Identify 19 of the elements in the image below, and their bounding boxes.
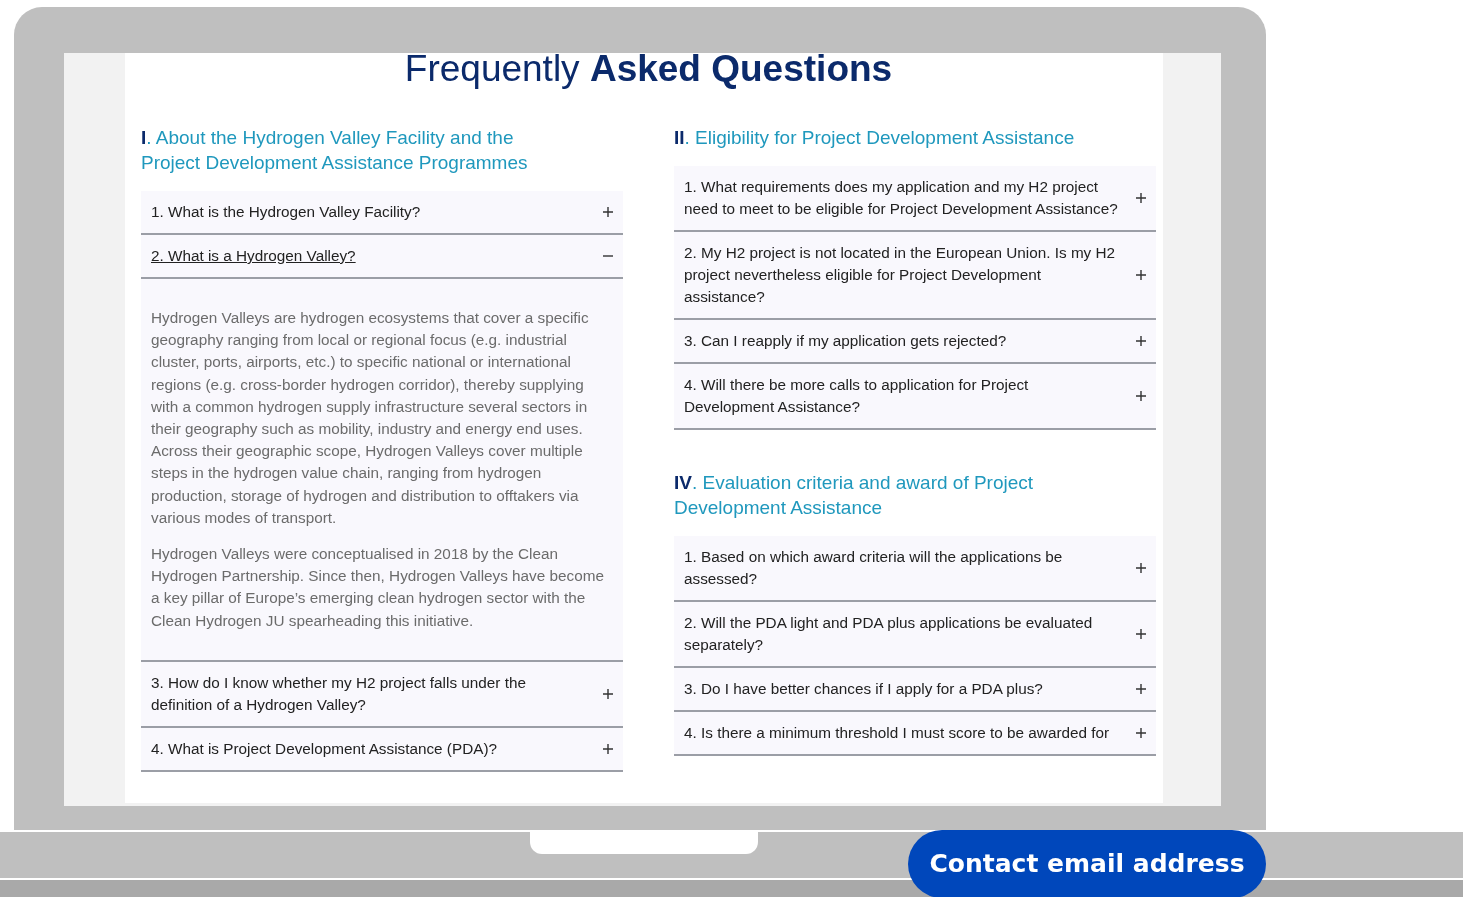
faq-question[interactable]: 4. Is there a minimum threshold I must score to be awarded for: [674, 712, 1156, 756]
faq-question[interactable]: 2. Will the PDA light and PDA plus applications be evaluated separately?: [674, 602, 1156, 668]
section-heading: I. About the Hydrogen Valley Facility and the Project Development Assistance Programmes: [141, 126, 529, 175]
answer-text: Hydrogen Valleys were conceptualised in 2018 by the Clean Hydrogen Partnership. Since then, Hydrogen Valleys have become a key pillar of Europe’s emerging clean hydrogen sector with the Clean Hydrogen JU spearheading this initiative.: [151, 544, 605, 631]
faq-question[interactable]: 2. My H2 project is not located in the European Union. Is my H2 project nevertheless eligible for Project Development assistance?: [674, 232, 1156, 320]
faq-question[interactable]: 3. Do I have better chances if I apply for a PDA plus?: [674, 668, 1156, 712]
section-heading: II. Eligibility for Project Development Assistance: [674, 126, 1076, 150]
faq-question[interactable]: 1. Based on which award criteria will the applications be assessed?: [674, 536, 1156, 602]
faq-question[interactable]: 4. Will there be more calls to application for Project Development Assistance?: [674, 364, 1156, 430]
section-heading: IV. Evaluation criteria and award of Project Development Assistance: [674, 471, 1035, 520]
faq-question[interactable]: 3. Can I reapply if my application gets rejected?: [674, 320, 1156, 364]
faq-question[interactable]: 1. What is the Hydrogen Valley Facility?: [141, 191, 623, 235]
faq-question[interactable]: 2. What is a Hydrogen Valley?: [141, 235, 623, 279]
faq-question[interactable]: 4. What is Project Development Assistance (PDA)?: [141, 727, 623, 772]
faq-question[interactable]: 3. How do I know whether my H2 project falls under the definition of a Hydrogen Valley?: [141, 661, 623, 728]
contact-button[interactable]: Contact email address: [908, 830, 1266, 897]
faq-question[interactable]: 1. What requirements does my application and my H2 project need to meet to be eligible for Project Development Assistance?: [674, 166, 1156, 232]
page-title: Frequently Asked Questions: [403, 53, 894, 87]
answer-text: Hydrogen Valleys are hydrogen ecosystems that cover a specific geography ranging from local or regional focus (e.g. industrial cluster, ports, airports, etc.) to specific national or international regions (e.g. cross-border hydrogen corridor), thereby supplying with a common hydrogen supply infrastructure several sectors in their geography such as mobility, industry and energy end uses. Across their geographic scope, Hydrogen Valleys cover multiple steps in the hydrogen value chain, ranging from hydrogen production, storage of hydrogen and distribution to offtakers via various modes of transport.: [151, 308, 590, 528]
